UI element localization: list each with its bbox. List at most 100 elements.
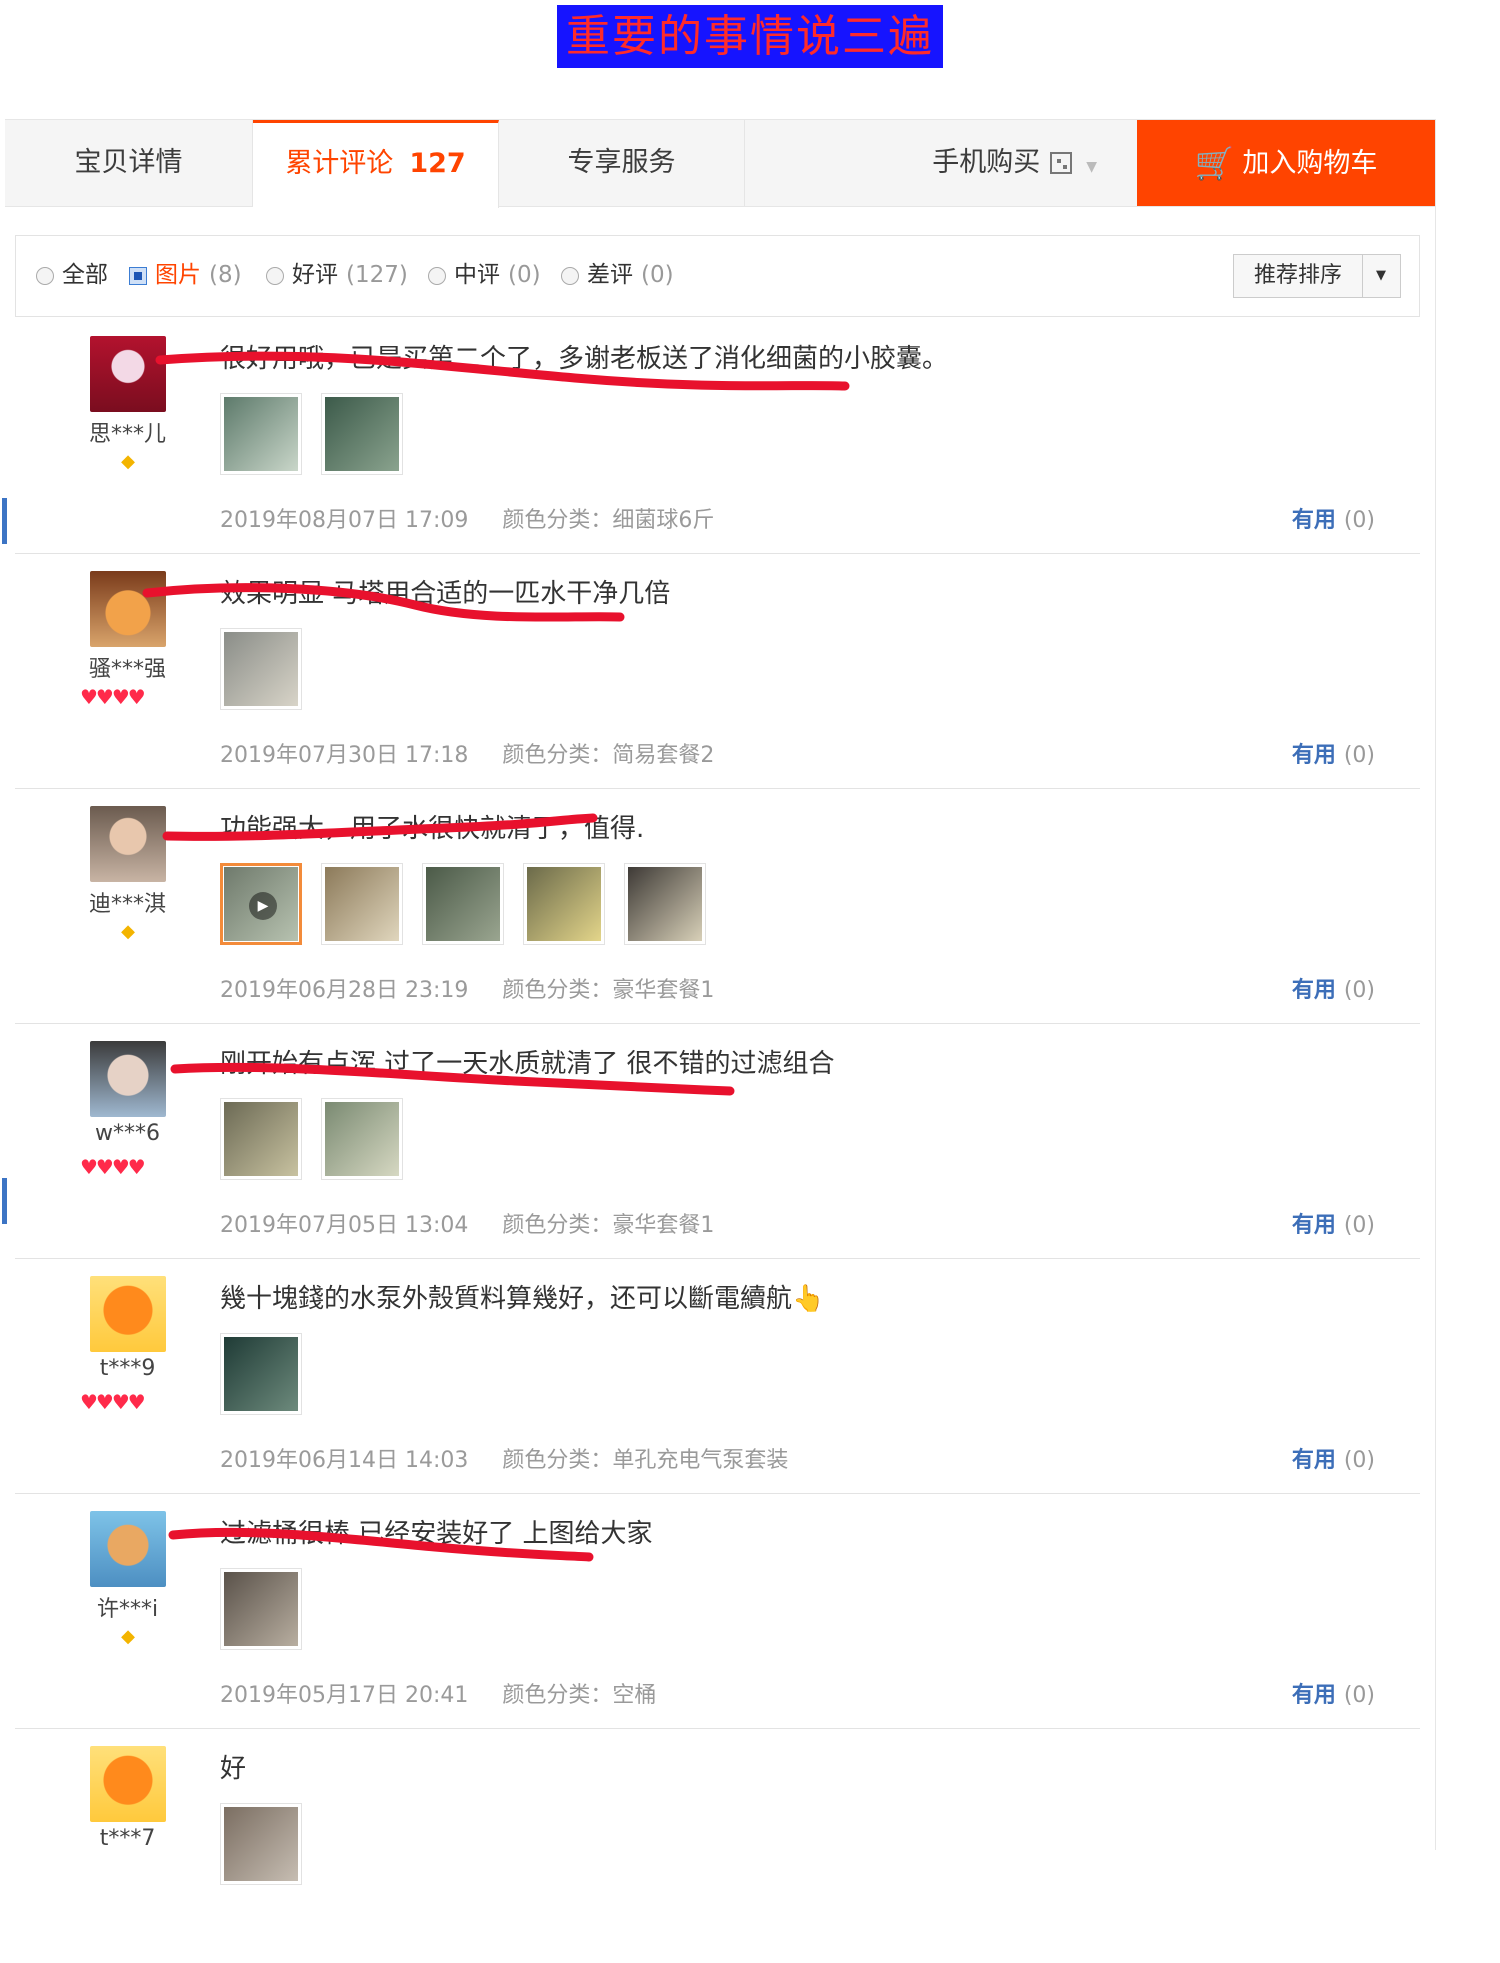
review-sku: 颜色分类：豪华套餐1 xyxy=(502,978,715,1003)
photo-placeholder xyxy=(426,867,500,941)
filter-all[interactable]: 全部 xyxy=(36,258,108,292)
review-sku: 颜色分类：空桶 xyxy=(502,1683,657,1708)
review-sku: 颜色分类：简易套餐2 xyxy=(502,743,715,768)
user-avatar[interactable] xyxy=(90,571,166,647)
filter-label: 全部 xyxy=(62,262,108,288)
sort-label: 推荐排序 xyxy=(1234,255,1363,297)
reviewer-name: w***6 xyxy=(95,1121,160,1146)
radio-icon[interactable] xyxy=(428,267,446,285)
review-image-thumbnail[interactable] xyxy=(220,1333,302,1415)
review-image-thumbnail[interactable] xyxy=(220,1803,302,1885)
review-image-thumbnail[interactable] xyxy=(220,628,302,710)
review-image-thumbnail[interactable] xyxy=(523,863,605,945)
review-date: 2019年06月28日 23:19 xyxy=(220,978,469,1003)
review-image-thumbnail[interactable] xyxy=(321,393,403,475)
cart-icon: 🛒 xyxy=(1194,144,1235,182)
helpful-button[interactable]: 有用 (0) xyxy=(1292,1442,1375,1474)
helpful-button[interactable]: 有用 (0) xyxy=(1292,737,1375,769)
review-item: t***7 好 xyxy=(15,1728,1420,1963)
helpful-label: 有用 xyxy=(1291,1448,1336,1473)
helpful-button[interactable]: 有用 (0) xyxy=(1292,502,1375,534)
reviewer-name: t***9 xyxy=(99,1356,156,1381)
review-image-thumbnail[interactable] xyxy=(624,863,706,945)
helpful-count: (0) xyxy=(1343,508,1375,533)
user-avatar[interactable] xyxy=(90,1511,166,1587)
filter-label: 中评 xyxy=(454,262,500,288)
play-video-icon[interactable]: ▶ xyxy=(249,892,277,920)
tab-exclusive-service[interactable]: 专享服务 xyxy=(499,120,745,206)
filter-label: 好评 xyxy=(292,262,338,288)
user-avatar[interactable] xyxy=(90,1276,166,1352)
reviewer-name: 迪***淇 xyxy=(88,892,166,917)
chevron-down-icon[interactable]: ▼ xyxy=(1362,255,1400,297)
review-image-thumbnail[interactable] xyxy=(321,863,403,945)
scroll-edge-mark xyxy=(2,1178,7,1224)
review-image-thumbnail[interactable]: ▶ xyxy=(220,863,302,945)
filter-label: 图片 xyxy=(155,262,201,288)
review-text: 过滤桶很棒 已经安装好了 上图给大家 xyxy=(220,1519,653,1549)
photo-placeholder xyxy=(325,397,399,471)
add-to-cart-button[interactable]: 🛒 加入购物车 xyxy=(1137,120,1435,206)
tab-label: 宝贝详情 xyxy=(74,147,183,178)
checked-radio-icon[interactable] xyxy=(129,267,147,285)
right-border xyxy=(1435,119,1436,1850)
review-filter-bar: 全部 图片 (8) 好评 (127) 中评 (0) 差评 (0) 推荐排序 ▼ xyxy=(15,235,1420,317)
review-item: t***9 ♥♥♥♥ 幾十塊錢的水泵外殼質料算幾好，还可以斷電續航👆 2019年06月… xyxy=(15,1258,1420,1494)
photo-placeholder xyxy=(628,867,702,941)
filter-positive[interactable]: 好评 (127) xyxy=(266,258,408,292)
user-avatar[interactable] xyxy=(90,806,166,882)
review-meta: 2019年06月14日 14:03 颜色分类：单孔充电气泵套装 xyxy=(220,1442,788,1474)
helpful-label: 有用 xyxy=(1291,743,1336,768)
diamond-rank-icon: ◆ xyxy=(121,921,135,942)
sort-dropdown[interactable]: 推荐排序 ▼ xyxy=(1233,254,1401,298)
radio-icon[interactable] xyxy=(561,267,579,285)
helpful-label: 有用 xyxy=(1291,1683,1336,1708)
helpful-count: (0) xyxy=(1343,743,1375,768)
review-image-thumbnail[interactable] xyxy=(220,393,302,475)
tab-label: 专享服务 xyxy=(567,147,676,178)
review-item: 思***儿 ◆ 很好用哦，已是买第二个了，多谢老板送了消化细菌的小胶囊。 2019年0… xyxy=(15,318,1420,554)
helpful-count: (0) xyxy=(1343,1448,1375,1473)
helpful-button[interactable]: 有用 (0) xyxy=(1292,972,1375,1004)
tab-label: 手机购买 xyxy=(932,147,1041,178)
scroll-edge-mark xyxy=(2,498,7,544)
review-text: 刚开始有点浑 过了一天水质就清了 很不错的过滤组合 xyxy=(220,1049,835,1079)
tab-item-details[interactable]: 宝贝详情 xyxy=(5,120,253,206)
review-text: 很好用哦，已是买第二个了，多谢老板送了消化细菌的小胶囊。 xyxy=(220,344,949,374)
helpful-count: (0) xyxy=(1343,1213,1375,1238)
filter-negative[interactable]: 差评 (0) xyxy=(561,258,674,292)
tab-label: 累计评论 xyxy=(285,148,394,179)
tab-reviews[interactable]: 累计评论 127 xyxy=(253,120,499,208)
headline-banner: 重要的事情说三遍 xyxy=(557,5,943,68)
review-text: 效果明显 马塔用合适的一匹水干净几倍 xyxy=(220,579,671,609)
heart-rank-icon: ♥♥♥♥ xyxy=(80,685,146,709)
helpful-button[interactable]: 有用 (0) xyxy=(1292,1207,1375,1239)
radio-icon[interactable] xyxy=(266,267,284,285)
heart-rank-icon: ♥♥♥♥ xyxy=(80,1155,146,1179)
helpful-button[interactable]: 有用 (0) xyxy=(1292,1677,1375,1709)
review-image-thumbnail[interactable] xyxy=(422,863,504,945)
reviewer-name: 骚***强 xyxy=(88,657,166,682)
user-avatar[interactable] xyxy=(90,1746,166,1822)
tab-mobile-purchase[interactable]: 手机购买 ▼ xyxy=(745,120,1137,206)
review-image-thumbnail[interactable] xyxy=(321,1098,403,1180)
review-image-thumbnail[interactable] xyxy=(220,1568,302,1650)
review-item: 许***i ◆ 过滤桶很棒 已经安装好了 上图给大家 2019年05月17日 20:4… xyxy=(15,1493,1420,1729)
qr-code-icon xyxy=(1050,152,1073,174)
filter-count: (127) xyxy=(346,262,408,288)
review-meta: 2019年06月28日 23:19 颜色分类：豪华套餐1 xyxy=(220,972,714,1004)
user-avatar[interactable] xyxy=(90,336,166,412)
review-sku: 颜色分类：豪华套餐1 xyxy=(502,1213,715,1238)
filter-images[interactable]: 图片 (8) xyxy=(129,258,242,292)
review-sku: 颜色分类：细菌球6斤 xyxy=(502,508,715,533)
review-count: 127 xyxy=(409,148,466,179)
helpful-count: (0) xyxy=(1343,1683,1375,1708)
review-meta: 2019年07月30日 17:18 颜色分类：简易套餐2 xyxy=(220,737,714,769)
user-avatar[interactable] xyxy=(90,1041,166,1117)
review-sku: 颜色分类：单孔充电气泵套装 xyxy=(502,1448,789,1473)
radio-icon[interactable] xyxy=(36,267,54,285)
filter-neutral[interactable]: 中评 (0) xyxy=(428,258,541,292)
review-image-thumbnail[interactable] xyxy=(220,1098,302,1180)
helpful-label: 有用 xyxy=(1291,508,1336,533)
review-text: 好 xyxy=(220,1754,247,1784)
